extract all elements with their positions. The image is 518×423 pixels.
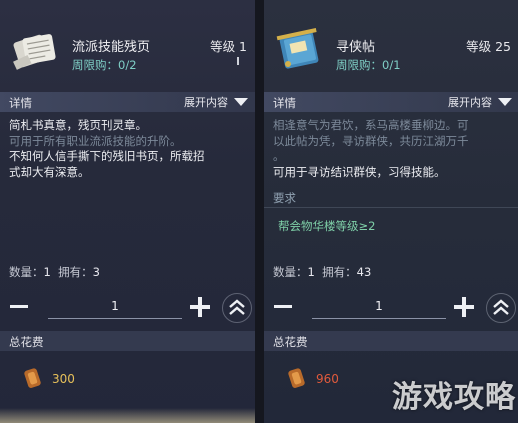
quantity-input[interactable]: 1 <box>312 294 446 319</box>
quantity-label: 数量： <box>9 265 44 279</box>
description-line: 。 <box>273 149 285 163</box>
owned-value: 43 <box>356 265 372 279</box>
total-cost-label: 总花费 <box>9 335 44 349</box>
expand-content-label: 展开内容 <box>448 96 492 109</box>
requirement-text: 帮会物华楼等级≥2 <box>278 219 376 233</box>
currency-coin-icon <box>24 368 41 388</box>
item-panel-right: 寻侠帖 等级 25 周限购：0/1 详情 展开内容 相逢意气为君饮，系马高楼垂柳… <box>264 0 518 423</box>
chevron-down-icon <box>234 98 248 106</box>
item-level: 等级 25 <box>466 39 511 54</box>
description-line: 简札书真意，残页刊灵章。 <box>9 118 147 132</box>
plus-icon[interactable] <box>454 297 474 317</box>
plus-icon[interactable] <box>190 297 210 317</box>
cost-value: 960 <box>316 372 339 386</box>
cost-row: 300 <box>0 362 255 396</box>
currency-coin-icon <box>288 368 305 388</box>
invitation-book-icon <box>276 28 319 69</box>
description-line: 可用于寻访结识群侠，习得技能。 <box>273 164 446 179</box>
item-description: 相逢意气为君饮，系马高楼垂柳边。可 以此帖为凭，寻访群侠，共历江湖万千 。 可用… <box>273 118 513 180</box>
expand-content-button[interactable]: 展开内容 <box>448 94 512 110</box>
info-marker <box>237 57 239 65</box>
site-watermark: 游戏攻略 <box>392 380 516 415</box>
quantity-info: 数量：1 拥有：3 <box>9 264 100 280</box>
requirement-divider <box>264 207 518 208</box>
item-panel-left: 流派技能残页 等级 1 周限购：0/2 详情 展开内容 简札书真意，残页刊灵章。… <box>0 0 255 423</box>
owned-label: 拥有： <box>58 265 93 279</box>
quantity-stepper: 1 <box>264 290 518 324</box>
quantity-value: 1 <box>43 265 51 279</box>
total-cost-bar: 总花费 <box>0 331 255 351</box>
requirement-label: 要求 <box>273 191 296 205</box>
cost-value: 300 <box>52 372 75 386</box>
scroll-pages-icon <box>13 34 56 70</box>
quantity-input[interactable]: 1 <box>48 294 182 319</box>
quantity-info: 数量：1 拥有：43 <box>273 264 371 280</box>
quantity-stepper: 1 <box>0 290 255 324</box>
max-chevron-icon[interactable] <box>222 293 252 323</box>
item-header: 寻侠帖 等级 25 周限购：0/1 <box>264 0 518 88</box>
details-label: 详情 <box>273 96 296 110</box>
owned-value: 3 <box>92 265 100 279</box>
max-chevron-icon[interactable] <box>486 293 516 323</box>
details-section-bar: 详情 展开内容 <box>0 92 255 112</box>
description-line: 不知何人信手撕下的残旧书页，所载招 <box>9 149 205 163</box>
total-cost-label: 总花费 <box>273 335 308 349</box>
details-label: 详情 <box>9 96 32 110</box>
item-header: 流派技能残页 等级 1 周限购：0/2 <box>0 0 255 88</box>
owned-label: 拥有： <box>322 265 357 279</box>
details-section-bar: 详情 展开内容 <box>264 92 518 112</box>
minus-icon[interactable] <box>274 305 292 308</box>
item-level: 等级 1 <box>210 39 247 54</box>
quantity-value: 1 <box>307 265 315 279</box>
quantity-label: 数量： <box>273 265 308 279</box>
expand-content-label: 展开内容 <box>184 96 228 109</box>
expand-content-button[interactable]: 展开内容 <box>184 94 248 110</box>
chevron-down-icon <box>498 98 512 106</box>
total-cost-bar: 总花费 <box>264 331 518 351</box>
item-name: 流派技能残页 <box>72 40 151 55</box>
description-line: 式却大有深意。 <box>9 164 90 179</box>
bottom-panel-edge <box>0 408 255 423</box>
description-line: 以此帖为凭，寻访群侠，共历江湖万千 <box>273 133 469 148</box>
panel-divider <box>255 0 264 423</box>
item-description: 简札书真意，残页刊灵章。 可用于所有职业流派技能的升阶。 不知何人信手撕下的残旧… <box>9 118 249 180</box>
description-line: 可用于所有职业流派技能的升阶。 <box>9 133 182 148</box>
item-name: 寻侠帖 <box>336 40 376 55</box>
description-line: 相逢意气为君饮，系马高楼垂柳边。可 <box>273 118 469 132</box>
minus-icon[interactable] <box>10 305 28 308</box>
weekly-purchase-limit: 周限购：0/1 <box>336 58 401 72</box>
weekly-purchase-limit: 周限购：0/2 <box>72 58 137 72</box>
